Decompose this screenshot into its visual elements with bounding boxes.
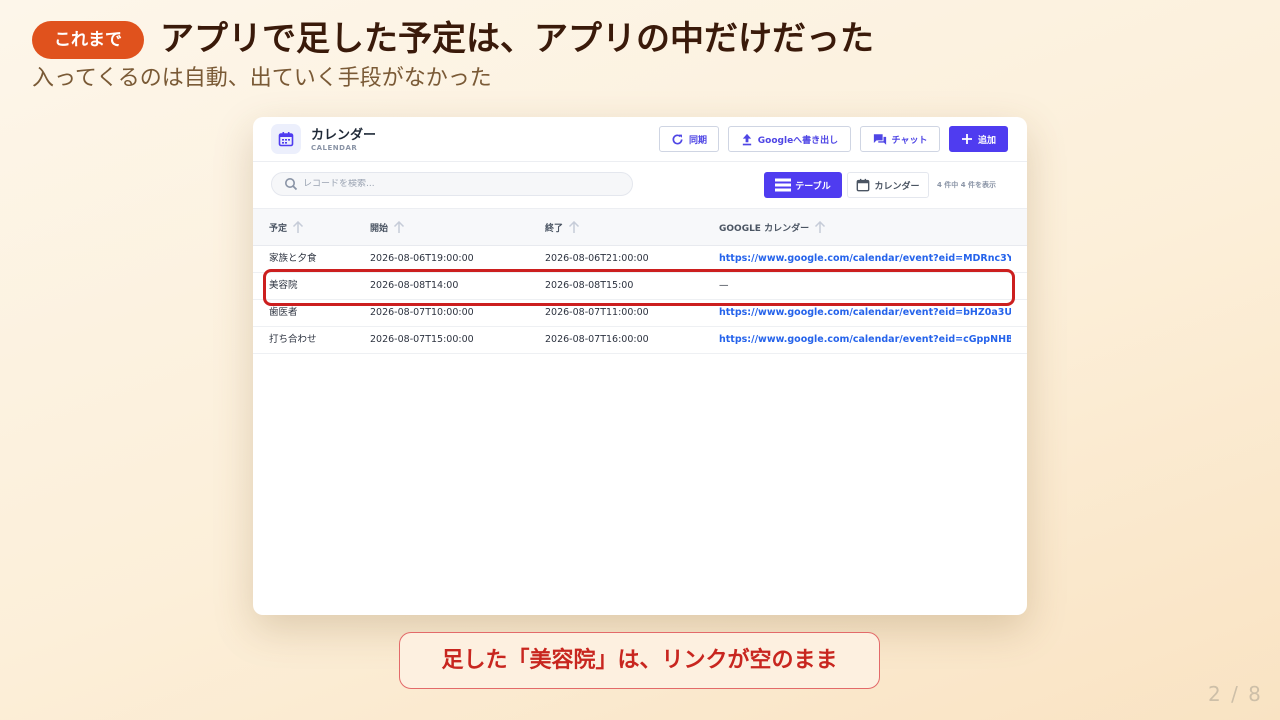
app-title: カレンダー — [311, 128, 377, 143]
page-number: 2 / 8 — [1208, 682, 1263, 706]
app-subtitle: CALENDAR — [311, 144, 358, 152]
record-count: 4 件中 4 件を表示 — [937, 181, 997, 189]
table-icon — [775, 178, 792, 192]
calendar-view-button[interactable]: カレンダー — [847, 172, 929, 198]
table-header: 予定 開始 終了 GOOGLE カレンダー — [253, 209, 1027, 246]
app-header: カレンダー CALENDAR 同期 Googleへ書き出し チャット 追加 — [253, 117, 1027, 162]
sort-arrow-icon — [815, 220, 826, 233]
upload-icon — [742, 133, 751, 145]
export-google-button[interactable]: Googleへ書き出し — [728, 126, 851, 152]
column-header-end[interactable]: 終了 — [545, 209, 580, 245]
column-header-google[interactable]: GOOGLE カレンダー — [719, 209, 826, 245]
cell-end: 2026-08-07T16:00:00 — [545, 334, 649, 345]
cell-title: 打ち合わせ — [269, 334, 317, 345]
toolbar: テーブル カレンダー 4 件中 4 件を表示 — [253, 162, 1027, 209]
column-start-label: 開始 — [370, 223, 389, 234]
sort-arrow-icon — [292, 220, 304, 233]
column-header-title[interactable]: 予定 — [269, 209, 304, 245]
highlight-box — [263, 269, 1015, 306]
callout-box: 足した「美容院」は、リンクが空のまま — [399, 632, 880, 689]
add-button-label: 追加 — [977, 135, 996, 146]
sort-arrow-icon — [393, 220, 405, 233]
slide-subtitle: 入ってくるのは自動、出ていく手段がなかった — [32, 66, 492, 91]
column-header-start[interactable]: 開始 — [370, 209, 405, 245]
cell-start: 2026-08-07T15:00:00 — [370, 334, 474, 345]
sort-arrow-icon — [568, 220, 580, 233]
chat-button[interactable]: チャット — [860, 126, 940, 152]
sync-button[interactable]: 同期 — [659, 126, 719, 152]
table-row[interactable]: 打ち合わせ 2026-08-07T15:00:00 2026-08-07T16:… — [253, 327, 1027, 354]
refresh-icon — [672, 133, 683, 144]
app-window: カレンダー CALENDAR 同期 Googleへ書き出し チャット 追加 テー… — [253, 117, 1027, 615]
chat-icon — [873, 133, 886, 145]
search-icon — [285, 178, 298, 191]
export-button-label: Googleへ書き出し — [757, 135, 839, 146]
column-title-label: 予定 — [269, 223, 288, 234]
add-button[interactable]: 追加 — [949, 126, 1008, 152]
sync-button-label: 同期 — [688, 135, 707, 146]
calendar-icon — [857, 178, 870, 192]
calendar-icon — [271, 124, 301, 154]
google-event-link[interactable]: https://www.google.com/calendar/event?ei… — [719, 327, 1011, 353]
table-view-button[interactable]: テーブル — [764, 172, 842, 198]
search-box[interactable] — [271, 172, 633, 196]
search-input[interactable] — [303, 179, 623, 189]
section-badge: これまで — [32, 21, 144, 59]
column-end-label: 終了 — [545, 223, 564, 234]
slide-title: アプリで足した予定は、アプリの中だけだった — [160, 19, 874, 59]
calendar-view-label: カレンダー — [874, 181, 920, 192]
plus-icon — [961, 134, 972, 144]
column-google-label: GOOGLE カレンダー — [719, 223, 810, 234]
table-view-label: テーブル — [795, 181, 831, 192]
chat-button-label: チャット — [891, 135, 928, 146]
